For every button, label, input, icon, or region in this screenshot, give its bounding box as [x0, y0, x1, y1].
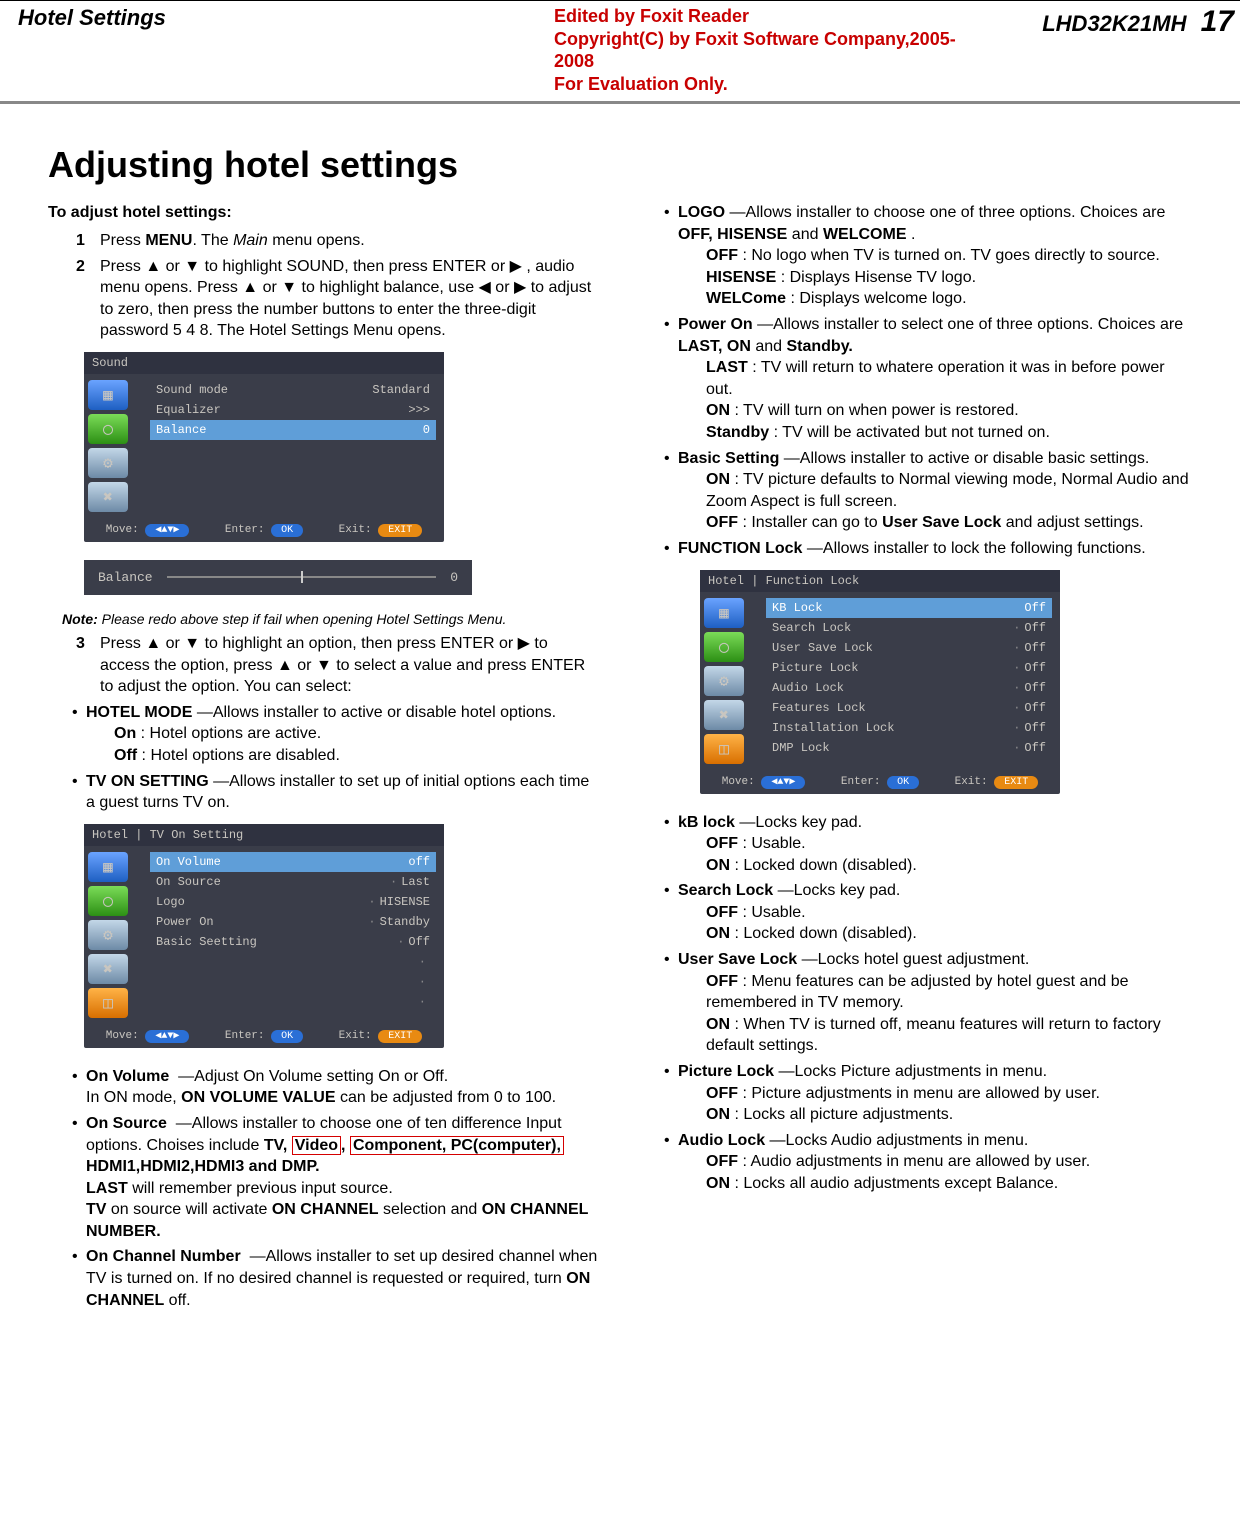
opt-audio-lock: Audio Lock —Locks Audio adjustments in m… — [664, 1130, 1192, 1195]
slider-track — [167, 576, 437, 578]
header-section: Hotel Settings — [0, 5, 554, 31]
opt-picture-lock: Picture Lock —Locks Picture adjustments … — [664, 1061, 1192, 1126]
move-icon: ◀▲▼▶ — [145, 524, 189, 537]
osd-row: Sound modeStandard — [150, 380, 436, 400]
tab-setup-icon: ⚙ — [88, 448, 128, 478]
osd-row: Search Lock·Off — [766, 618, 1052, 638]
opt-search-lock: Search Lock —Locks key pad. OFF : Usable… — [664, 880, 1192, 945]
osd-row: Basic Seetting·Off — [150, 932, 436, 952]
opt-on-channel: On Channel Number —Allows installer to s… — [72, 1246, 600, 1311]
opt-on-source: On Source —Allows installer to choose on… — [72, 1113, 600, 1243]
tab-picture-icon: ▦ — [88, 852, 128, 882]
opt-on-volume: On Volume —Adjust On Volume setting On o… — [72, 1066, 600, 1109]
step-2: 2Press ▲ or ▼ to highlight SOUND, then p… — [76, 256, 600, 342]
osd-row-selected: Balance0 — [150, 420, 436, 440]
osd-row: Picture Lock·Off — [766, 658, 1052, 678]
osd-row: · — [150, 992, 436, 1012]
osd-footer: Move: ◀▲▼▶ Enter: OK Exit: EXIT — [84, 518, 444, 542]
tab-picture-icon: ▦ — [704, 598, 744, 628]
balance-slider-osd: Balance 0 — [84, 560, 472, 595]
osd-row: Equalizer>>> — [150, 400, 436, 420]
osd-row: Logo·HISENSE — [150, 892, 436, 912]
osd-row-selected: KB LockOff — [766, 598, 1052, 618]
move-icon: ◀▲▼▶ — [145, 1030, 189, 1043]
exit-button: EXIT — [378, 524, 422, 537]
header-model-page: LHD32K21MH 17 — [974, 5, 1240, 39]
osd-footer: Move: ◀▲▼▶ Enter: OK Exit: EXIT — [84, 1024, 444, 1048]
tab-tools-icon: ✖ — [88, 482, 128, 512]
osd-tv-on-setting: Hotel | TV On Setting ▦ ◯ ⚙ ✖ ◫ On Volum… — [84, 824, 444, 1048]
opt-logo: LOGO —Allows installer to choose one of … — [664, 202, 1192, 310]
opt-user-save-lock: User Save Lock —Locks hotel guest adjust… — [664, 949, 1192, 1057]
tab-tools-icon: ✖ — [704, 700, 744, 730]
tab-tools-icon: ✖ — [88, 954, 128, 984]
ok-button: OK — [271, 1030, 303, 1043]
tab-sound-icon: ◯ — [88, 414, 128, 444]
osd-row: Installation Lock·Off — [766, 718, 1052, 738]
exit-button: EXIT — [378, 1030, 422, 1043]
tab-sound-icon: ◯ — [704, 632, 744, 662]
osd-row: Power On·Standby — [150, 912, 436, 932]
opt-kb-lock: kB lock —Locks key pad. OFF : Usable. ON… — [664, 812, 1192, 877]
osd-row: User Save Lock·Off — [766, 638, 1052, 658]
opt-power-on: Power On —Allows installer to select one… — [664, 314, 1192, 444]
ok-button: OK — [887, 776, 919, 789]
tab-setup-icon: ⚙ — [88, 920, 128, 950]
osd-row: · — [150, 952, 436, 972]
osd-row: Audio Lock·Off — [766, 678, 1052, 698]
intro: To adjust hotel settings: — [48, 204, 600, 222]
exit-button: EXIT — [994, 776, 1038, 789]
tab-hotel-icon: ◫ — [704, 734, 744, 764]
opt-tv-on-setting: TV ON SETTING —Allows installer to set u… — [72, 771, 600, 814]
tab-picture-icon: ▦ — [88, 380, 128, 410]
foxit-watermark: Edited by Foxit Reader Copyright(C) by F… — [554, 5, 974, 95]
note: Note: Please redo above step if fail whe… — [62, 611, 600, 627]
opt-hotel-mode: HOTEL MODE —Allows installer to active o… — [72, 702, 600, 767]
page-title: Adjusting hotel settings — [48, 144, 1192, 186]
osd-footer: Move: ◀▲▼▶ Enter: OK Exit: EXIT — [700, 770, 1060, 794]
tab-hotel-icon: ◫ — [88, 988, 128, 1018]
ok-button: OK — [271, 524, 303, 537]
osd-function-lock: Hotel | Function Lock ▦ ◯ ⚙ ✖ ◫ KB LockO… — [700, 570, 1060, 794]
tab-sound-icon: ◯ — [88, 886, 128, 916]
opt-function-lock: FUNCTION Lock —Allows installer to lock … — [664, 538, 1192, 560]
osd-row-selected: On Volumeoff — [150, 852, 436, 872]
step-3: 3Press ▲ or ▼ to highlight an option, th… — [76, 633, 600, 698]
osd-row: Features Lock·Off — [766, 698, 1052, 718]
move-icon: ◀▲▼▶ — [761, 776, 805, 789]
osd-sound-menu: Sound ▦ ◯ ⚙ ✖ Sound modeStandard Equaliz… — [84, 352, 444, 542]
osd-row: DMP Lock·Off — [766, 738, 1052, 758]
tab-setup-icon: ⚙ — [704, 666, 744, 696]
osd-row: On Source·Last — [150, 872, 436, 892]
page-number: 17 — [1201, 5, 1234, 38]
step-1: 1Press MENU. The Main menu opens. — [76, 230, 600, 252]
opt-basic-setting: Basic Setting —Allows installer to activ… — [664, 448, 1192, 534]
osd-row: · — [150, 972, 436, 992]
